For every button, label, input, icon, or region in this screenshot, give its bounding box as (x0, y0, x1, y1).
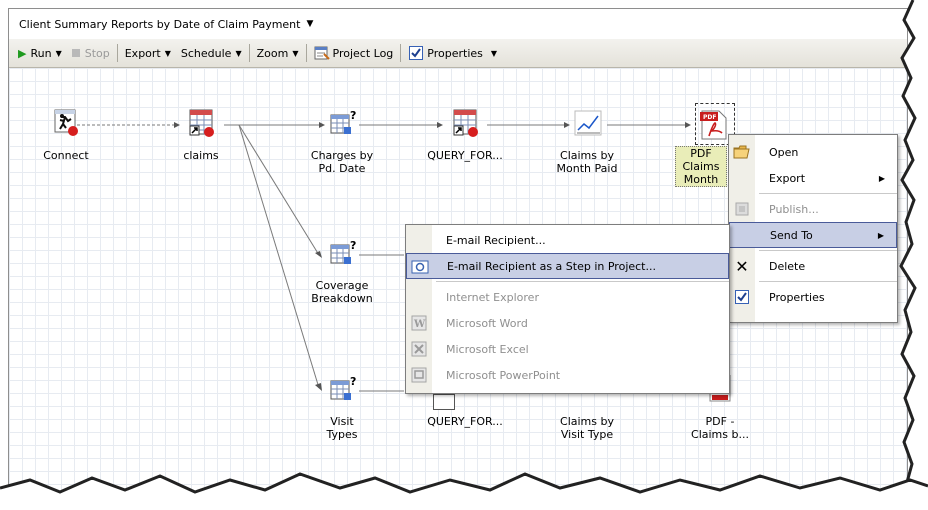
node-label-line: Visit (330, 415, 354, 428)
toolbar-separator (248, 44, 250, 62)
submenu-arrow-icon: ▶ (877, 230, 884, 240)
publish-icon (733, 200, 751, 218)
menu-item-microsoft-powerpoint[interactable]: Microsoft PowerPoint (406, 362, 729, 388)
delete-x-icon: ✕ (735, 256, 749, 276)
partial-node-icon (433, 394, 455, 410)
process-flow-toolbar: ▶ Run ▼ Stop Export ▼ Schedule ▼ Zoom ▼ Proj… (9, 39, 907, 68)
svg-text:PDF: PDF (703, 114, 716, 121)
menu-item-publish[interactable]: Publish... (729, 196, 897, 222)
node-label-line: Charges by (310, 149, 374, 162)
project-window: Client Summary Reports by Date of Claim … (8, 8, 908, 498)
project-log-icon (314, 46, 330, 60)
word-icon: W (410, 314, 428, 332)
selected-node-label: PDF Claims Month (675, 146, 727, 187)
open-folder-icon (733, 143, 751, 161)
menu-separator (436, 281, 729, 282)
node-context-menu: Open Export ▶ Publish... Send To ▶ ✕ Del… (728, 134, 898, 323)
node-visit-types[interactable]: ? Visit Types (297, 375, 387, 441)
svg-text:?: ? (350, 375, 356, 388)
chevron-down-icon: ▼ (55, 48, 62, 58)
node-query-for-top[interactable]: QUERY_FOR... (420, 109, 510, 162)
query-task-icon: ? (330, 109, 356, 134)
node-label-line: Coverage (315, 279, 369, 292)
menu-item-microsoft-word[interactable]: W Microsoft Word (406, 310, 729, 336)
line-chart-icon (574, 110, 602, 136)
menu-separator (759, 193, 897, 194)
properties-icon (409, 46, 424, 60)
chevron-down-icon: ▼ (235, 48, 242, 58)
node-label-line: Types (326, 428, 358, 441)
menu-item-delete[interactable]: ✕ Delete (729, 253, 897, 279)
toolbar-separator (400, 44, 402, 62)
project-title: Client Summary Reports by Date of Claim … (19, 17, 301, 31)
export-button[interactable]: Export ▼ (120, 43, 176, 63)
node-label-line: Claims b... (691, 428, 749, 441)
schedule-button[interactable]: Schedule ▼ (176, 43, 247, 63)
zoom-button[interactable]: Zoom ▼ (252, 43, 304, 63)
stop-button[interactable]: Stop (67, 43, 115, 63)
run-icon: ▶ (18, 46, 27, 60)
email-icon (411, 258, 429, 276)
svg-text:?: ? (350, 109, 356, 122)
query-task-icon: ? (330, 375, 356, 400)
menu-item-export[interactable]: Export ▶ (729, 165, 897, 191)
menu-item-email-recipient[interactable]: E-mail Recipient... (406, 227, 729, 253)
node-label-line: Breakdown (311, 292, 373, 305)
node-claims[interactable]: claims (156, 109, 246, 162)
title-dropdown-icon[interactable]: ▼ (306, 19, 313, 29)
node-charges-by-pd-date[interactable]: ? Charges by Pd. Date (297, 109, 387, 175)
node-connect[interactable]: Connect (21, 109, 111, 162)
project-titlebar[interactable]: Client Summary Reports by Date of Claim … (9, 9, 907, 40)
toolbar-separator (116, 44, 118, 62)
properties-button[interactable]: Properties ▼ (403, 43, 502, 63)
node-claims-by-month-paid[interactable]: Claims by Month Paid (542, 109, 632, 175)
svg-text:W: W (413, 319, 426, 330)
menu-item-microsoft-excel[interactable]: Microsoft Excel (406, 336, 729, 362)
menu-item-email-recipient-step[interactable]: E-mail Recipient as a Step in Project... (406, 253, 729, 279)
powerpoint-icon (410, 366, 428, 384)
project-log-button[interactable]: Project Log (309, 43, 399, 63)
properties-icon (733, 288, 751, 306)
menu-item-internet-explorer[interactable]: Internet Explorer (406, 284, 729, 310)
svg-text:?: ? (350, 239, 356, 252)
excel-icon (410, 340, 428, 358)
data-table-icon (189, 109, 214, 137)
node-label-line: Pd. Date (318, 162, 366, 175)
run-button[interactable]: ▶ Run ▼ (13, 43, 67, 63)
menu-separator (759, 281, 897, 282)
node-label-line: Claims by (560, 149, 614, 162)
data-table-icon (453, 109, 478, 137)
pdf-document-icon: PDF (700, 110, 727, 140)
node-label-line: Visit Type (560, 428, 614, 441)
submenu-arrow-icon: ▶ (878, 173, 885, 183)
stop-icon (71, 49, 80, 57)
chevron-down-icon: ▼ (490, 48, 498, 58)
menu-item-open[interactable]: Open (729, 139, 897, 165)
node-coverage-breakdown[interactable]: ? Coverage Breakdown (297, 239, 387, 305)
node-label-line: PDF - (705, 415, 735, 428)
send-to-submenu: E-mail Recipient... E-mail Recipient as … (405, 224, 730, 394)
node-label-line: Month Paid (556, 162, 618, 175)
menu-item-properties[interactable]: Properties (729, 284, 897, 310)
chevron-down-icon: ▼ (164, 48, 171, 58)
query-task-icon: ? (330, 239, 356, 264)
menu-item-send-to[interactable]: Send To ▶ (729, 222, 897, 248)
node-label-line: Claims by (560, 415, 614, 428)
menu-separator (759, 250, 897, 251)
connect-icon (54, 109, 78, 136)
toolbar-separator (305, 44, 307, 62)
chevron-down-icon: ▼ (292, 48, 299, 58)
